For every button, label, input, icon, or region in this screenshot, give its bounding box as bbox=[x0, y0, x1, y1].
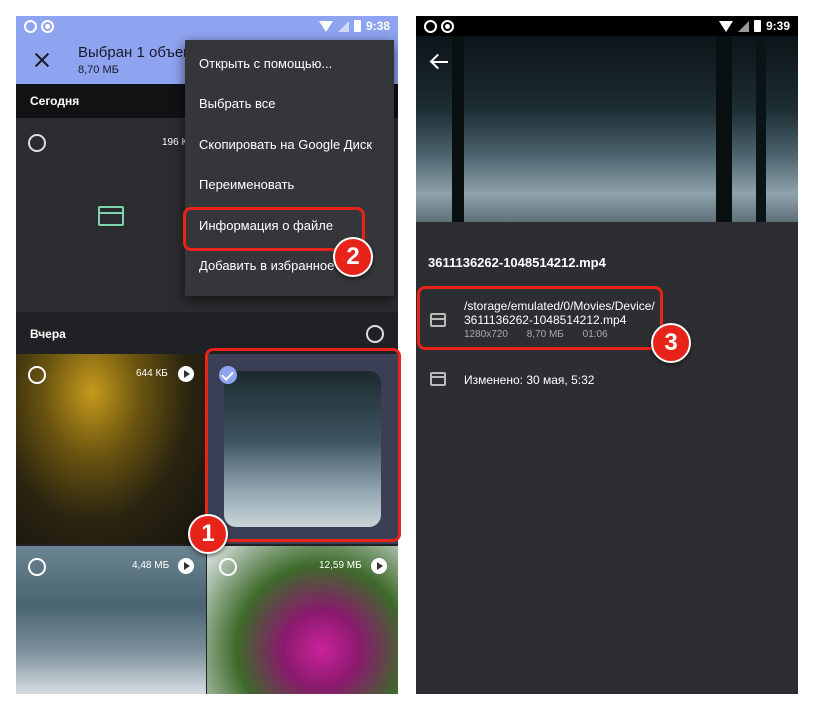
step-badge-2: 2 bbox=[333, 237, 373, 277]
selection-title: Выбран 1 объект bbox=[78, 44, 197, 61]
flowers-thumbnail[interactable]: 12,59 МБ bbox=[207, 546, 398, 694]
step-badge-1: 1 bbox=[188, 514, 228, 554]
select-radio[interactable] bbox=[28, 366, 46, 384]
shazam-icon bbox=[441, 19, 454, 33]
highlight-selected-thumbnail bbox=[205, 348, 401, 542]
select-radio[interactable] bbox=[28, 558, 46, 576]
tree-trunk bbox=[452, 36, 464, 222]
right-screen: 9:39 3611136262-1048514212.mp4 /storage/… bbox=[416, 16, 798, 694]
wifi-icon bbox=[718, 20, 733, 32]
select-radio[interactable] bbox=[28, 134, 46, 152]
status-bar: 9:38 bbox=[16, 16, 398, 36]
video-preview[interactable] bbox=[416, 36, 798, 222]
back-arrow-icon[interactable] bbox=[430, 52, 450, 72]
tree-trunk bbox=[716, 36, 732, 222]
tree-trunk bbox=[756, 36, 766, 222]
modified-date: Изменено: 30 мая, 5:32 bbox=[464, 373, 595, 387]
file-name: 3611136262-1048514212.mp4 bbox=[428, 255, 606, 270]
select-radio[interactable] bbox=[219, 558, 237, 576]
wifi-icon bbox=[318, 20, 333, 32]
shazam-icon bbox=[41, 19, 54, 33]
signal-icon bbox=[737, 20, 749, 32]
traffic-thumbnail[interactable]: 644 КБ bbox=[16, 354, 206, 544]
menu-rename[interactable]: Переименовать bbox=[185, 165, 394, 205]
menu-select-all[interactable]: Выбрать все bbox=[185, 84, 394, 124]
close-icon[interactable] bbox=[30, 48, 54, 72]
film-icon bbox=[98, 206, 124, 226]
status-time: 9:38 bbox=[365, 19, 390, 33]
battery-icon bbox=[753, 20, 761, 32]
selection-size: 8,70 МБ bbox=[78, 64, 119, 76]
play-icon bbox=[178, 366, 194, 382]
waves-thumbnail[interactable]: 4,48 МБ bbox=[16, 546, 206, 694]
highlight-file-path bbox=[417, 286, 663, 350]
play-icon bbox=[371, 558, 387, 574]
thumb-size: 12,59 МБ bbox=[319, 560, 362, 571]
status-time: 9:39 bbox=[765, 19, 790, 33]
menu-copy-google-drive[interactable]: Скопировать на Google Диск bbox=[185, 125, 394, 165]
section-yesterday: Вчера bbox=[30, 327, 66, 341]
select-all-yesterday-radio[interactable] bbox=[366, 325, 384, 343]
opera-icon bbox=[424, 19, 437, 33]
menu-open-with[interactable]: Открыть с помощью... bbox=[185, 44, 394, 84]
step-badge-3: 3 bbox=[651, 323, 691, 363]
play-icon bbox=[178, 558, 194, 574]
battery-icon bbox=[353, 20, 361, 32]
thumb-size: 4,48 МБ bbox=[132, 560, 170, 571]
thumb-size: 644 КБ bbox=[136, 368, 168, 379]
calendar-icon bbox=[430, 372, 446, 386]
opera-icon bbox=[24, 19, 37, 33]
status-bar: 9:39 bbox=[416, 16, 798, 36]
signal-icon bbox=[337, 20, 349, 32]
today-video-thumbnail[interactable]: 196 КБ bbox=[16, 118, 207, 312]
